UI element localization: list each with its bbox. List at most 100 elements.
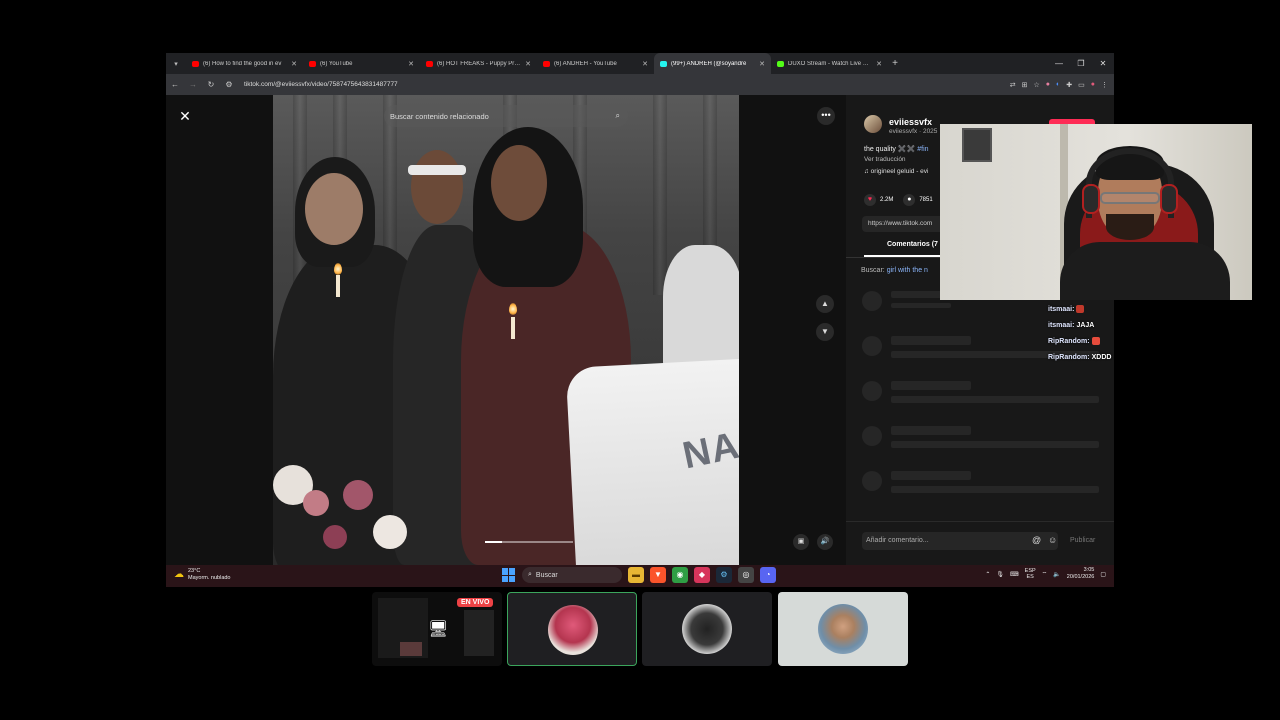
previous-video-icon[interactable]: ▲ bbox=[816, 295, 834, 313]
tab-close-icon[interactable]: ✕ bbox=[291, 60, 297, 68]
translate-link[interactable]: Ver traducción bbox=[864, 156, 906, 163]
browser-tab[interactable]: (99+) ANDREH (@soyandre ✕ bbox=[654, 53, 771, 74]
more-options-icon[interactable]: ••• bbox=[817, 107, 835, 125]
keyboard-icon[interactable]: ⌨ bbox=[1010, 571, 1019, 578]
back-icon[interactable]: ← bbox=[166, 80, 184, 89]
reload-icon[interactable]: ↻ bbox=[202, 80, 220, 89]
browser-tab[interactable]: (6) HOT FREAKS - Puppy Prince ✕ bbox=[420, 53, 537, 74]
tab-search-icon[interactable]: ▾ bbox=[166, 53, 186, 74]
chat-message: RipRandom: XDDD bbox=[1048, 350, 1111, 366]
skeleton-avatar bbox=[862, 426, 882, 446]
browser-tab[interactable]: DUXO Stream - Watch Live on K ✕ bbox=[771, 53, 888, 74]
start-menu-icon[interactable] bbox=[502, 568, 516, 582]
taskbar-search[interactable]: ⌕ Buscar bbox=[522, 567, 622, 583]
tray-chevron-icon[interactable]: ⌃ bbox=[985, 571, 990, 578]
speaker-icon[interactable]: 🔈 bbox=[1053, 571, 1060, 578]
like-count: 2.2M bbox=[880, 197, 894, 203]
tab-close-icon[interactable]: ✕ bbox=[876, 60, 882, 68]
discord-user-tile[interactable] bbox=[507, 592, 637, 666]
file-explorer-icon[interactable]: ▬ bbox=[628, 567, 644, 583]
webcam-overlay bbox=[940, 124, 1252, 300]
emoji-icon[interactable]: ☺ bbox=[1048, 535, 1057, 545]
app-icon[interactable]: ◆ bbox=[694, 567, 710, 583]
tab-close-icon[interactable]: ✕ bbox=[525, 60, 531, 68]
tab-close-icon[interactable]: ✕ bbox=[408, 60, 414, 68]
forward-icon[interactable]: → bbox=[184, 80, 202, 89]
skeleton-avatar bbox=[862, 291, 882, 311]
browser-tab[interactable]: (6) How to find the good in ev ✕ bbox=[186, 53, 303, 74]
menu-kebab-icon[interactable]: ⋮ bbox=[1101, 81, 1108, 89]
beard bbox=[1106, 214, 1154, 240]
related-search[interactable]: Buscar: girl with the n bbox=[861, 267, 928, 274]
tab-close-icon[interactable]: ✕ bbox=[759, 60, 765, 68]
tab-comments[interactable]: Comentarios (7 bbox=[887, 241, 938, 248]
chrome-icon[interactable]: ◉ bbox=[672, 567, 688, 583]
wifi-icon[interactable]: ⌔ bbox=[1042, 570, 1048, 578]
next-video-icon[interactable]: ▼ bbox=[816, 323, 834, 341]
chat-emote-icon bbox=[1091, 337, 1100, 346]
related-search-query[interactable]: girl with the n bbox=[887, 267, 928, 274]
related-search-bar[interactable]: Buscar contenido relacionado ⌕ bbox=[384, 105, 628, 127]
new-tab-button[interactable]: + bbox=[888, 58, 902, 69]
like-stat[interactable]: ♥ 2.2M bbox=[864, 194, 893, 206]
sidebar-icon[interactable]: ▭ bbox=[1078, 81, 1085, 89]
taskbar-apps: ⌕ Buscar ▬ ▼ ◉ ◆ ⚙ ◎ ◔ bbox=[502, 567, 776, 583]
discord-user-tile[interactable] bbox=[642, 592, 772, 666]
discord-user-tile[interactable] bbox=[778, 592, 908, 666]
extension-icon[interactable]: ◐ bbox=[1056, 81, 1060, 88]
avatar bbox=[682, 604, 732, 654]
notification-icon[interactable]: ▢ bbox=[1100, 571, 1106, 578]
video-player[interactable]: NA Buscar contenido relacionado ⌕ bbox=[273, 95, 739, 565]
close-window-icon[interactable]: ✕ bbox=[1092, 53, 1114, 74]
author-avatar[interactable] bbox=[864, 115, 882, 133]
comment-stat[interactable]: ● 7851 bbox=[903, 194, 933, 206]
extensions-puzzle-icon[interactable]: ✚ bbox=[1066, 81, 1072, 89]
restore-icon[interactable]: ❐ bbox=[1070, 53, 1092, 74]
mic-icon[interactable]: 🎙 bbox=[996, 571, 1004, 578]
brave-icon[interactable]: ▼ bbox=[650, 567, 666, 583]
tab-favicon-icon bbox=[660, 60, 667, 67]
install-icon[interactable]: ⊞ bbox=[1022, 81, 1028, 89]
streamer-body bbox=[1060, 242, 1230, 300]
discord-stream-tile[interactable]: 🖥 EN VIVO bbox=[372, 592, 502, 666]
tab-close-icon[interactable]: ✕ bbox=[642, 60, 648, 68]
author-name[interactable]: eviiessvfx bbox=[889, 117, 932, 127]
url-field[interactable]: tiktok.com/@eviiessvfx/video/75874756438… bbox=[244, 81, 398, 88]
skeleton-line bbox=[891, 486, 1099, 493]
profile-icon[interactable]: ● bbox=[1091, 81, 1095, 88]
weather-widget[interactable]: ☁ 23°C Mayorm. nublado bbox=[174, 568, 231, 581]
windows-taskbar: ☁ 23°C Mayorm. nublado ⌕ Buscar ▬ ▼ ◉ ◆ … bbox=[166, 565, 1114, 587]
pip-icon[interactable]: ▣ bbox=[793, 534, 809, 550]
language-indicator[interactable]: ESP ES bbox=[1025, 568, 1036, 581]
translate-icon[interactable]: ⇄ bbox=[1010, 81, 1016, 89]
mention-icon[interactable]: @ bbox=[1032, 535, 1041, 545]
extension-icon[interactable]: ● bbox=[1046, 81, 1050, 88]
obs-icon[interactable]: ◎ bbox=[738, 567, 754, 583]
minimize-icon[interactable]: — bbox=[1048, 53, 1070, 74]
bookmark-star-icon[interactable]: ☆ bbox=[1034, 81, 1040, 89]
publish-button[interactable]: Publicar bbox=[1070, 537, 1095, 544]
system-tray: ⌃ 🎙 ⌨ ESP ES ⌔ 🔈 3:05 20/01/2026 ▢ bbox=[985, 567, 1106, 581]
tab-favicon-icon bbox=[777, 60, 784, 67]
candle-flame bbox=[334, 263, 342, 275]
sound-link[interactable]: ♫ origineel geluid - evi bbox=[864, 168, 929, 175]
heart-icon[interactable]: ♥ bbox=[864, 194, 876, 206]
browser-tab[interactable]: (6) ANDREH - YouTube ✕ bbox=[537, 53, 654, 74]
chat-username: RipRandom: bbox=[1048, 354, 1090, 361]
discord-icon[interactable]: ◔ bbox=[760, 567, 776, 583]
skeleton-line bbox=[891, 381, 971, 390]
caption-hashtag[interactable]: #fin bbox=[917, 146, 928, 153]
video-progress-fill bbox=[485, 541, 502, 543]
search-icon[interactable]: ⌕ bbox=[616, 111, 620, 121]
face-shape bbox=[305, 173, 363, 245]
clock[interactable]: 3:05 20/01/2026 bbox=[1067, 567, 1095, 581]
site-info-icon[interactable]: ⚙ bbox=[220, 80, 238, 89]
comment-input[interactable]: Añadir comentario... bbox=[862, 532, 1058, 550]
browser-tab[interactable]: (6) YouTube ✕ bbox=[303, 53, 420, 74]
close-video-icon[interactable]: ✕ bbox=[176, 107, 194, 125]
tab-title: DUXO Stream - Watch Live on K bbox=[788, 60, 873, 67]
video-progress-bar[interactable] bbox=[485, 541, 573, 543]
comment-icon[interactable]: ● bbox=[903, 194, 916, 206]
steam-icon[interactable]: ⚙ bbox=[716, 567, 732, 583]
volume-icon[interactable]: 🔊 bbox=[817, 534, 833, 550]
